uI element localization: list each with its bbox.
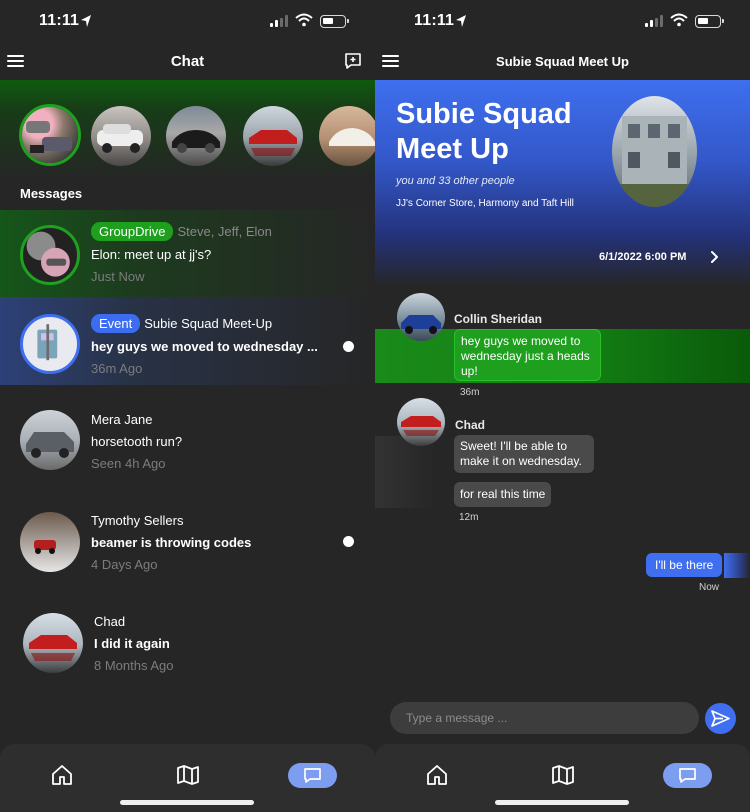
map-icon[interactable] [176, 764, 200, 786]
story-avatar-2[interactable] [91, 106, 151, 166]
messages-section-label: Messages [20, 186, 83, 201]
home-indicator [120, 800, 254, 805]
event-chat-screen: 11:11 Subie Squad Meet Up Subie Squad Me… [375, 0, 750, 812]
story-avatar-group[interactable] [22, 107, 78, 163]
story-avatar-3[interactable] [166, 106, 226, 166]
last-message: horsetooth run? [91, 434, 183, 449]
message-bubble: hey guys we moved to wednesday just a he… [454, 329, 601, 381]
conversation-tymothy-sellers[interactable]: Tymothy Sellers beamer is throwing codes… [0, 497, 375, 585]
chevron-right-icon[interactable] [709, 250, 719, 264]
chat-tab-button[interactable] [288, 763, 337, 788]
message-time: 12m [459, 512, 479, 523]
chat-header: Chat [0, 44, 375, 80]
message-bubble: I'll be there [646, 553, 723, 577]
sender-avatar [397, 293, 445, 341]
message-bubble: Sweet! I'll be able to make it on wednes… [454, 435, 594, 473]
sender-name: Chad [455, 418, 485, 432]
last-message-time: 8 Months Ago [94, 658, 174, 673]
event-tag: Event [91, 314, 141, 333]
message-input[interactable] [406, 702, 686, 734]
event-datetime: 6/1/2022 6:00 PM [599, 251, 687, 263]
conversation-groupdrive[interactable]: GroupDrive Steve, Jeff, Elon Elon: meet u… [0, 210, 375, 298]
conversation-avatar [20, 512, 80, 572]
event-title-line1: Subie Squad [396, 98, 572, 130]
event-title-line2: Meet Up [396, 133, 509, 165]
signal-icon [270, 15, 288, 27]
last-message: hey guys we moved to wednesday ... [91, 339, 318, 354]
bottom-nav [0, 744, 375, 812]
chat-icon [679, 768, 696, 783]
message-input-container [390, 702, 699, 734]
chat-tab-button[interactable] [663, 763, 712, 788]
story-avatar-5[interactable] [319, 106, 375, 166]
battery-icon [320, 15, 349, 28]
conversation-avatar [20, 410, 80, 470]
last-message: I did it again [94, 636, 170, 651]
battery-icon [695, 15, 724, 28]
signal-icon [645, 15, 663, 27]
last-message-time: Seen 4h Ago [91, 456, 166, 471]
sender-avatar [397, 398, 445, 446]
home-indicator [495, 800, 629, 805]
story-avatar-4[interactable] [243, 106, 303, 166]
stories-row [0, 80, 375, 245]
message-highlight [724, 553, 750, 578]
conversation-avatar [20, 314, 80, 374]
status-time: 11:11 [414, 12, 455, 29]
conversation-chad[interactable]: Chad I did it again 8 Months Ago [0, 598, 375, 686]
message-time: Now [699, 582, 720, 593]
message-group-chad: Chad Sweet! I'll be able to make it on w… [375, 398, 750, 528]
event-banner[interactable]: Subie Squad Meet Up you and 33 other peo… [375, 80, 750, 287]
wifi-icon [295, 13, 313, 27]
sender-name: Collin Sheridan [454, 312, 543, 326]
message-group-collin: Collin Sheridan hey guys we moved to wed… [375, 293, 750, 403]
conversation-mera-jane[interactable]: Mera Jane horsetooth run? Seen 4h Ago [0, 396, 375, 484]
conversation-title: Tymothy Sellers [91, 513, 184, 528]
event-attendees: you and 33 other people [396, 175, 515, 187]
map-icon[interactable] [551, 764, 575, 786]
location-arrow-icon [456, 15, 466, 27]
groupdrive-tag: GroupDrive [91, 222, 174, 241]
conversation-title: Mera Jane [91, 412, 153, 427]
message-highlight [375, 436, 437, 508]
unread-indicator [343, 536, 354, 547]
last-message: beamer is throwing codes [91, 535, 252, 550]
status-bar: 11:11 [0, 0, 375, 44]
last-message: Elon: meet up at jj's? [91, 247, 212, 262]
conversation-avatar [23, 613, 83, 673]
last-message-time: 36m Ago [91, 361, 143, 376]
conversation-title: Event Subie Squad Meet-Up [91, 314, 272, 333]
participant-names: Steve, Jeff, Elon [177, 224, 272, 239]
conversation-avatar [20, 225, 80, 285]
conversation-title: Chad [94, 614, 126, 629]
last-message-time: 4 Days Ago [91, 557, 158, 572]
location-arrow-icon [81, 15, 91, 27]
compose-icon[interactable] [344, 52, 362, 70]
send-icon [711, 710, 730, 727]
conversation-event[interactable]: Event Subie Squad Meet-Up hey guys we mov… [0, 297, 375, 385]
message-group-own: I'll be there Now [375, 548, 750, 598]
event-image [612, 96, 697, 207]
chat-list-screen: 11:11 Chat Messages GroupDrive Steve, Je… [0, 0, 375, 812]
event-name: Subie Squad Meet-Up [144, 316, 273, 331]
status-bar: 11:11 [375, 0, 750, 44]
wifi-icon [670, 13, 688, 27]
unread-indicator [343, 341, 354, 352]
bottom-nav [375, 744, 750, 812]
home-icon[interactable] [426, 764, 448, 786]
status-time: 11:11 [39, 12, 80, 29]
page-title: Subie Squad Meet Up [496, 54, 629, 69]
home-icon[interactable] [51, 764, 73, 786]
message-bubble: for real this time [454, 482, 552, 507]
event-location: JJ's Corner Store, Harmony and Taft Hill [396, 198, 574, 209]
last-message-time: Just Now [91, 269, 145, 284]
chat-icon [304, 768, 321, 783]
event-chat-header: Subie Squad Meet Up [375, 44, 750, 80]
page-title: Chat [170, 53, 205, 70]
send-button[interactable] [705, 703, 736, 734]
event-title: Subie Squad Meet Up [396, 97, 596, 167]
conversation-title: GroupDrive Steve, Jeff, Elon [91, 222, 272, 241]
message-time: 36m [460, 387, 480, 398]
